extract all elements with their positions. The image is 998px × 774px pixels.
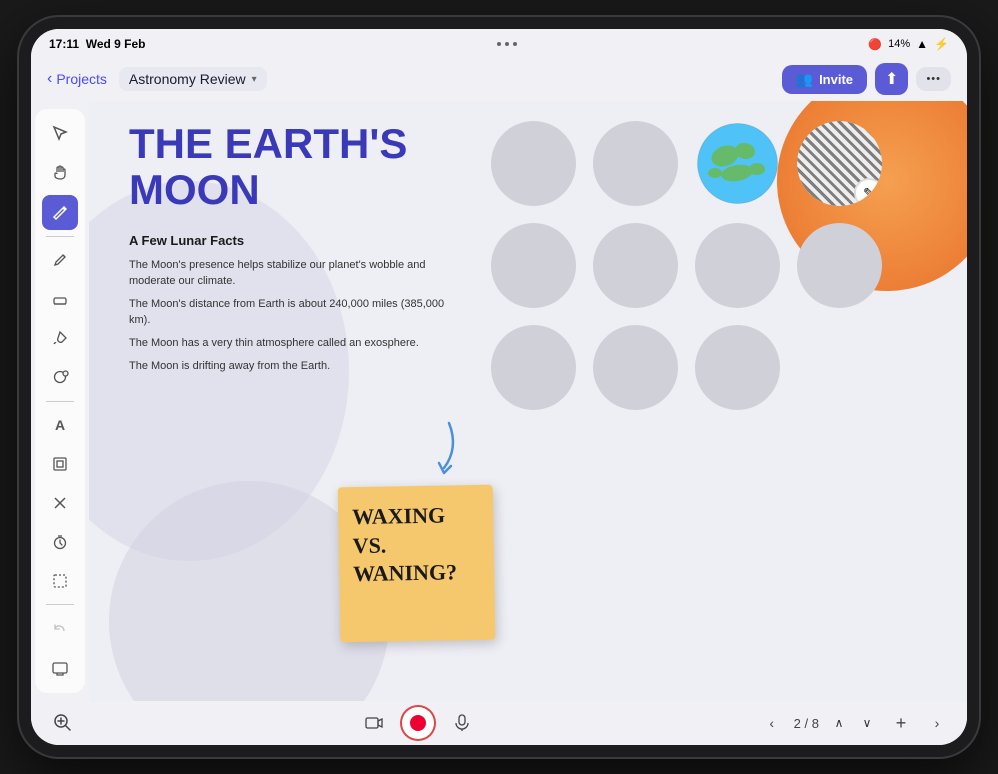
- battery-icon: 🔴: [868, 38, 882, 51]
- zoom-button[interactable]: [47, 707, 79, 739]
- nav-arrows: ∧ ∨: [827, 711, 879, 735]
- status-time: 17:11 Wed 9 Feb: [49, 37, 146, 51]
- main-area: A: [31, 101, 967, 701]
- scroll-up-button[interactable]: ∧: [827, 711, 851, 735]
- status-bar: 17:11 Wed 9 Feb 🔴 14% ▲ ⚡: [31, 29, 967, 57]
- hand-tool[interactable]: [42, 156, 78, 191]
- breadcrumb[interactable]: Astronomy Review ▾: [119, 67, 267, 91]
- slide-fact-2: The Moon's distance from Earth is about …: [129, 297, 449, 328]
- sticky-note[interactable]: WAXING VS. WANING?: [338, 485, 496, 643]
- frame-tool[interactable]: [42, 446, 78, 481]
- nav-right: 👥 Invite ⬆ •••: [782, 63, 951, 95]
- record-button[interactable]: [402, 707, 434, 739]
- moon-phase-7: [695, 223, 780, 308]
- slide-fact-1: The Moon's presence helps stabilize our …: [129, 258, 449, 289]
- slide-canvas[interactable]: THE EARTH'S MOON A Few Lunar Facts The M…: [89, 101, 967, 701]
- moon-phase-9: [491, 325, 576, 410]
- moon-phase-5: [491, 223, 576, 308]
- status-right: 🔴 14% ▲ ⚡: [868, 37, 949, 51]
- wifi-icon: ▲: [916, 37, 928, 51]
- eraser-tool[interactable]: [42, 282, 78, 317]
- status-center: [497, 42, 517, 46]
- tool-divider-3: [46, 604, 74, 605]
- timer-tool[interactable]: [42, 524, 78, 559]
- fill-tool[interactable]: [42, 321, 78, 356]
- earth-circle: [695, 121, 780, 206]
- back-label: Projects: [56, 71, 107, 87]
- slide-subtitle: A Few Lunar Facts: [129, 233, 449, 248]
- top-nav: ‹ Projects Astronomy Review ▾ 👥 Invite ⬆…: [31, 57, 967, 101]
- moon-phases-grid: ✎: [491, 121, 887, 415]
- breadcrumb-label: Astronomy Review: [129, 71, 246, 87]
- back-button[interactable]: ‹ Projects: [47, 70, 107, 88]
- bottom-right: ‹ 2 / 8 ∧ ∨ + ›: [758, 709, 951, 737]
- tool-divider-2: [46, 401, 74, 402]
- status-dot-1: [497, 42, 501, 46]
- add-slide-button[interactable]: +: [887, 709, 915, 737]
- record-dot: [410, 715, 426, 731]
- scroll-down-button[interactable]: ∨: [855, 711, 879, 735]
- slide-title: THE EARTH'S MOON: [129, 121, 449, 213]
- invite-icon: 👥: [796, 71, 813, 88]
- invite-label: Invite: [819, 72, 853, 87]
- sticky-note-text: WAXING VS. WANING?: [352, 501, 480, 589]
- screen-tool[interactable]: [42, 650, 78, 685]
- pencil-tool[interactable]: [42, 243, 78, 278]
- screen: 17:11 Wed 9 Feb 🔴 14% ▲ ⚡ ‹ Projects: [31, 29, 967, 745]
- moon-phase-11: [695, 325, 780, 410]
- more-button[interactable]: •••: [916, 67, 951, 91]
- status-dot-2: [505, 42, 509, 46]
- bottom-left: [47, 707, 79, 739]
- invite-button[interactable]: 👥 Invite: [782, 65, 867, 94]
- bottom-bar: ‹ 2 / 8 ∧ ∨ + ›: [31, 701, 967, 745]
- chevron-left-icon: ‹: [47, 70, 52, 88]
- select-tool[interactable]: [42, 563, 78, 598]
- moon-phase-8: [797, 223, 882, 308]
- mic-button[interactable]: [446, 707, 478, 739]
- page-indicator: 2 / 8: [794, 716, 819, 731]
- moon-phase-10: [593, 325, 678, 410]
- slide-fact-4: The Moon is drifting away from the Earth…: [129, 359, 449, 374]
- moon-phase-2: [593, 121, 678, 206]
- toolbar: A: [35, 109, 85, 693]
- charge-icon: ⚡: [934, 37, 949, 51]
- moon-phase-1: [491, 121, 576, 206]
- slide-text-area: THE EARTH'S MOON A Few Lunar Facts The M…: [129, 121, 449, 383]
- svg-text:A: A: [55, 417, 65, 433]
- bottom-center: [358, 707, 478, 739]
- share-icon: ⬆: [885, 69, 898, 89]
- arrow-annotation: [429, 418, 469, 483]
- more-dots: •••: [926, 73, 941, 85]
- status-dot-3: [513, 42, 517, 46]
- slide-fact-3: The Moon has a very thin atmosphere call…: [129, 336, 449, 351]
- undo-tool[interactable]: [42, 611, 78, 646]
- chevron-down-icon: ▾: [252, 74, 257, 85]
- battery-percent: 14%: [888, 38, 910, 50]
- pen-tool[interactable]: [42, 195, 78, 230]
- next-slide-button[interactable]: ›: [923, 709, 951, 737]
- shape-tool[interactable]: [42, 360, 78, 395]
- tool-divider-1: [46, 236, 74, 237]
- prev-slide-button[interactable]: ‹: [758, 709, 786, 737]
- delete-tool[interactable]: [42, 485, 78, 520]
- moon-phase-striped: ✎: [797, 121, 882, 206]
- moon-phase-6: [593, 223, 678, 308]
- cursor-tool[interactable]: [42, 117, 78, 152]
- device-frame: 17:11 Wed 9 Feb 🔴 14% ▲ ⚡ ‹ Projects: [19, 17, 979, 757]
- share-button[interactable]: ⬆: [875, 63, 908, 95]
- camera-button[interactable]: [358, 707, 390, 739]
- text-tool[interactable]: A: [42, 408, 78, 443]
